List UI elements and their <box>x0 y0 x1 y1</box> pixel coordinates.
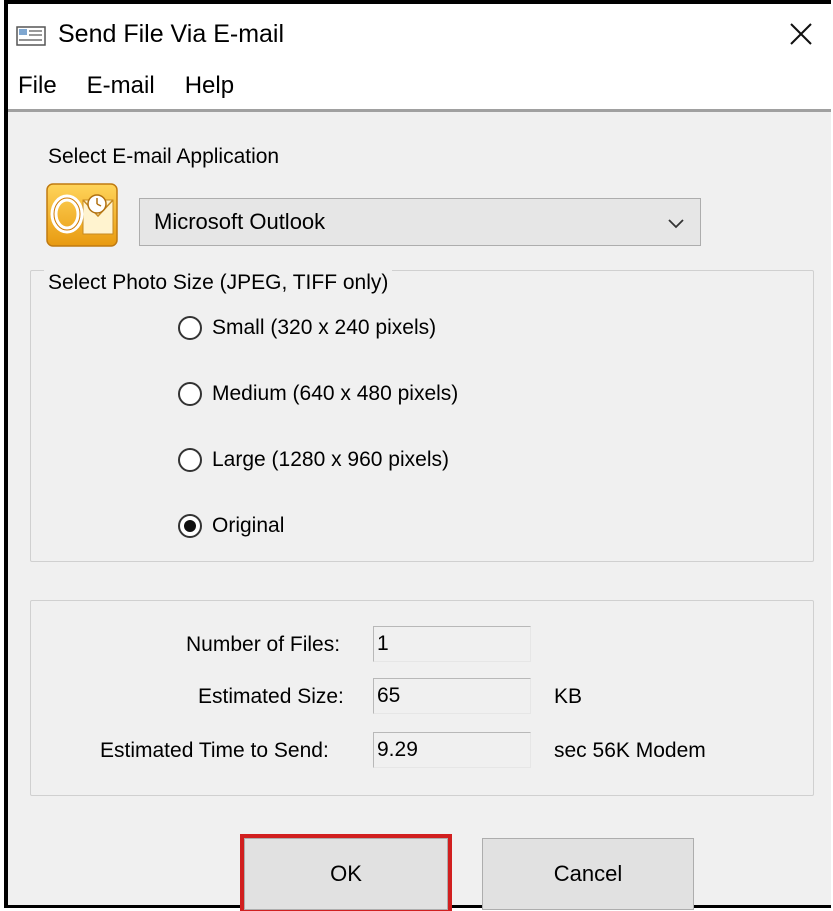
radio-dot <box>184 520 196 532</box>
radio-button-checked[interactable] <box>178 514 202 538</box>
radio-button[interactable] <box>178 448 202 472</box>
menu-email[interactable]: E-mail <box>87 72 155 100</box>
menu-help[interactable]: Help <box>185 72 234 100</box>
radio-large-label: Large (1280 x 960 pixels) <box>212 448 449 471</box>
email-app-icon <box>16 26 46 46</box>
files-label: Number of Files: <box>186 633 341 656</box>
time-field: 9.29 <box>373 732 531 768</box>
size-unit: KB <box>554 685 583 708</box>
email-app-select[interactable]: Microsoft Outlook <box>139 198 701 246</box>
close-button[interactable] <box>781 14 821 54</box>
photo-size-group <box>30 270 814 562</box>
cancel-button[interactable]: Cancel <box>482 838 694 910</box>
email-app-selected: Microsoft Outlook <box>154 209 326 234</box>
photo-size-legend: Select Photo Size (JPEG, TIFF only) <box>44 270 393 296</box>
radio-large[interactable]: Large (1280 x 960 pixels) <box>178 448 449 472</box>
menu-file[interactable]: File <box>18 72 57 100</box>
radio-medium-label: Medium (640 x 480 pixels) <box>212 382 459 405</box>
radio-medium[interactable]: Medium (640 x 480 pixels) <box>178 382 458 406</box>
size-label: Estimated Size: <box>198 685 344 708</box>
time-unit: sec 56K Modem <box>554 739 706 762</box>
title-bar[interactable]: Send File Via E-mail <box>8 4 831 62</box>
outlook-logo-icon <box>46 183 118 247</box>
email-app-label: Select E-mail Application <box>48 145 280 168</box>
radio-small-label: Small (320 x 240 pixels) <box>212 316 437 339</box>
radio-button[interactable] <box>178 382 202 406</box>
close-icon <box>790 23 812 45</box>
radio-original[interactable]: Original <box>178 514 284 538</box>
radio-original-label: Original <box>212 514 285 537</box>
files-field: 1 <box>373 626 531 662</box>
window-title: Send File Via E-mail <box>58 20 285 48</box>
menu-bar: File E-mail Help <box>8 62 831 112</box>
chevron-down-icon <box>668 219 684 229</box>
radio-small[interactable]: Small (320 x 240 pixels) <box>178 316 436 340</box>
time-label: Estimated Time to Send: <box>100 739 329 762</box>
radio-button[interactable] <box>178 316 202 340</box>
size-field: 65 <box>373 678 531 714</box>
send-file-dialog: Send File Via E-mail File E-mail Help Se… <box>4 0 831 911</box>
ok-button[interactable]: OK <box>240 834 452 911</box>
